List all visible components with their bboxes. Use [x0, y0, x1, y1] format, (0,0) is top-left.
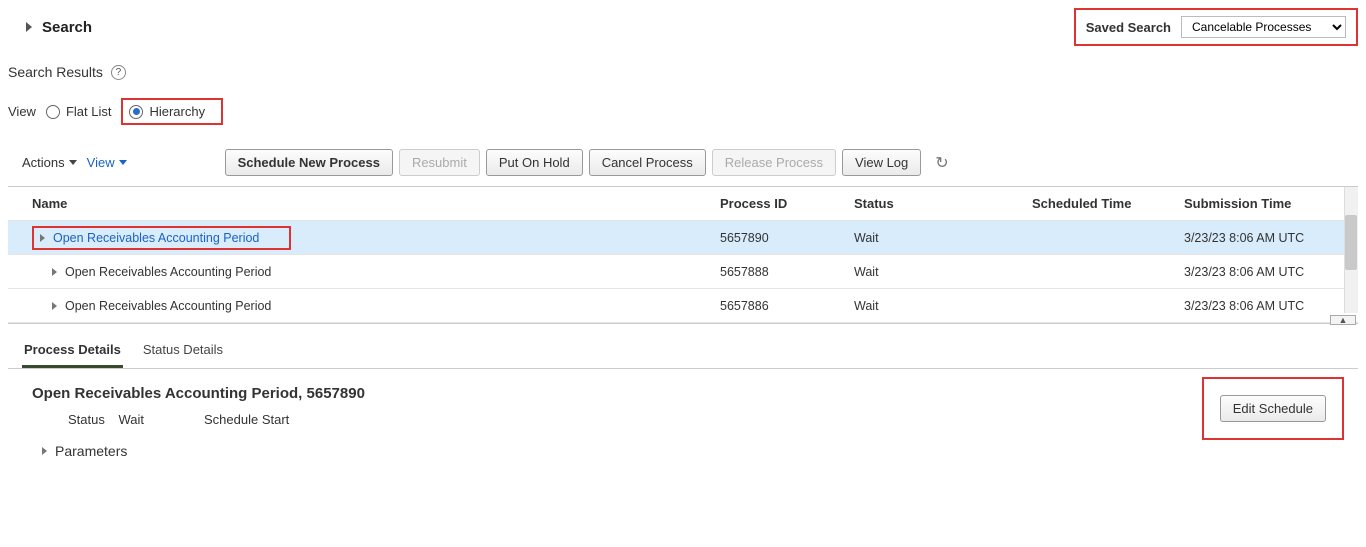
chevron-right-icon: [26, 22, 32, 32]
status-cell: Wait: [854, 265, 1032, 279]
radio-circle-icon: [129, 105, 143, 119]
col-header-status[interactable]: Status: [854, 196, 1032, 211]
actions-menu-label: Actions: [22, 155, 65, 170]
row-name-highlight: Open Receivables Accounting Period: [32, 226, 291, 250]
edit-schedule-highlight: Edit Schedule: [1202, 377, 1344, 440]
submission-time-cell: 3/23/23 8:06 AM UTC: [1184, 231, 1358, 245]
scrollbar-track[interactable]: [1344, 187, 1358, 313]
table-header-row: Name Process ID Status Scheduled Time Su…: [8, 187, 1358, 221]
details-title: Open Receivables Accounting Period, 5657…: [32, 385, 1348, 402]
radio-flat-list[interactable]: Flat List: [46, 104, 112, 119]
process-id-cell: 5657886: [720, 299, 854, 313]
process-table: Name Process ID Status Scheduled Time Su…: [8, 186, 1358, 324]
search-results-heading: Search Results: [8, 64, 103, 80]
hierarchy-highlight: Hierarchy: [121, 98, 223, 125]
view-log-button[interactable]: View Log: [842, 149, 921, 176]
resubmit-button: Resubmit: [399, 149, 480, 176]
parameters-section-header[interactable]: Parameters: [40, 443, 1348, 459]
details-status-value: Wait: [118, 412, 144, 427]
radio-circle-icon: [46, 105, 60, 119]
table-row[interactable]: Open Receivables Accounting Period 56578…: [8, 289, 1358, 323]
col-header-submission-time[interactable]: Submission Time: [1184, 196, 1358, 211]
search-title-text: Search: [42, 19, 92, 36]
help-icon[interactable]: ?: [111, 65, 126, 80]
table-row[interactable]: Open Receivables Accounting Period 56578…: [8, 221, 1358, 255]
submission-time-cell: 3/23/23 8:06 AM UTC: [1184, 265, 1358, 279]
caret-down-icon: [119, 160, 127, 165]
search-section-header[interactable]: Search: [8, 19, 92, 36]
release-process-button: Release Process: [712, 149, 836, 176]
expand-row-icon[interactable]: [52, 268, 57, 276]
status-cell: Wait: [854, 231, 1032, 245]
chevron-right-icon: [42, 447, 47, 455]
process-id-cell: 5657888: [720, 265, 854, 279]
view-menu[interactable]: View: [87, 155, 127, 170]
resize-handle-icon[interactable]: ▲: [1330, 315, 1356, 325]
radio-hierarchy-label: Hierarchy: [149, 104, 205, 119]
process-name-cell: Open Receivables Accounting Period: [65, 265, 271, 279]
refresh-icon[interactable]: ↻: [935, 153, 948, 173]
saved-search-select[interactable]: Cancelable Processes: [1181, 16, 1346, 38]
table-row[interactable]: Open Receivables Accounting Period 56578…: [8, 255, 1358, 289]
caret-down-icon: [69, 160, 77, 165]
actions-menu[interactable]: Actions: [22, 155, 77, 170]
schedule-new-process-button[interactable]: Schedule New Process: [225, 149, 393, 176]
submission-time-cell: 3/23/23 8:06 AM UTC: [1184, 299, 1358, 313]
edit-schedule-button[interactable]: Edit Schedule: [1220, 395, 1326, 422]
details-status-label: Status: [68, 412, 105, 427]
cancel-process-button[interactable]: Cancel Process: [589, 149, 706, 176]
tab-process-details[interactable]: Process Details: [22, 336, 123, 368]
radio-flat-list-label: Flat List: [66, 104, 112, 119]
scrollbar-thumb[interactable]: [1345, 215, 1357, 270]
radio-hierarchy[interactable]: Hierarchy: [129, 104, 205, 119]
details-schedule-start-label: Schedule Start: [204, 412, 289, 427]
expand-row-icon[interactable]: [40, 234, 45, 242]
tab-status-details[interactable]: Status Details: [141, 336, 225, 368]
saved-search-region: Saved Search Cancelable Processes: [1074, 8, 1358, 46]
parameters-label: Parameters: [55, 443, 127, 459]
process-name-cell: Open Receivables Accounting Period: [65, 299, 271, 313]
view-label: View: [8, 104, 36, 119]
expand-row-icon[interactable]: [52, 302, 57, 310]
col-header-process-id[interactable]: Process ID: [720, 196, 854, 211]
status-cell: Wait: [854, 299, 1032, 313]
col-header-scheduled-time[interactable]: Scheduled Time: [1032, 196, 1184, 211]
put-on-hold-button[interactable]: Put On Hold: [486, 149, 583, 176]
saved-search-label: Saved Search: [1086, 20, 1171, 35]
col-header-name[interactable]: Name: [8, 196, 720, 211]
process-name-link[interactable]: Open Receivables Accounting Period: [53, 231, 259, 245]
process-id-cell: 5657890: [720, 231, 854, 245]
process-details-panel: Edit Schedule Open Receivables Accountin…: [8, 368, 1358, 483]
view-menu-label: View: [87, 155, 115, 170]
